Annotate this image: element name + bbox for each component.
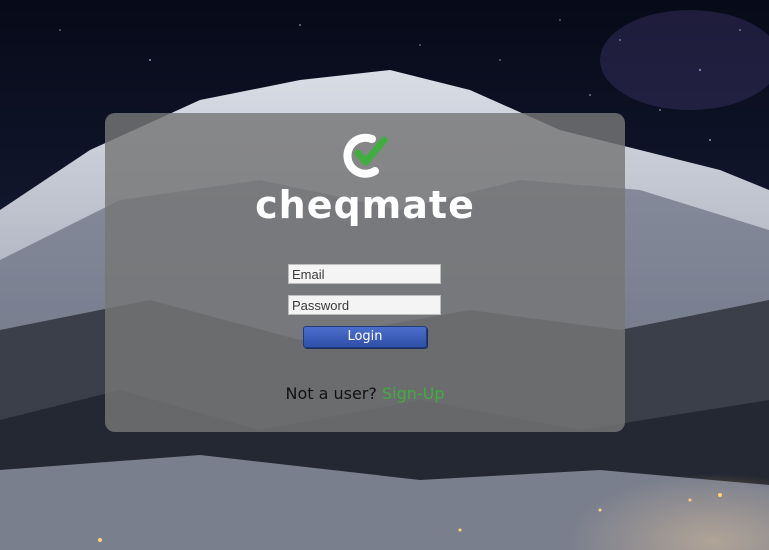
signup-prompt-line: Not a user? Sign-Up: [105, 384, 625, 403]
login-card: cheqmate Login Not a user? Sign-Up: [105, 113, 625, 432]
email-field[interactable]: [288, 264, 441, 284]
cheqmate-logo-icon: [343, 133, 388, 178]
login-button[interactable]: Login: [303, 326, 427, 348]
password-field[interactable]: [288, 295, 441, 315]
signup-prompt-text: Not a user?: [285, 384, 377, 403]
brand-wordmark: cheqmate: [255, 183, 475, 227]
signup-link[interactable]: Sign-Up: [382, 384, 445, 403]
